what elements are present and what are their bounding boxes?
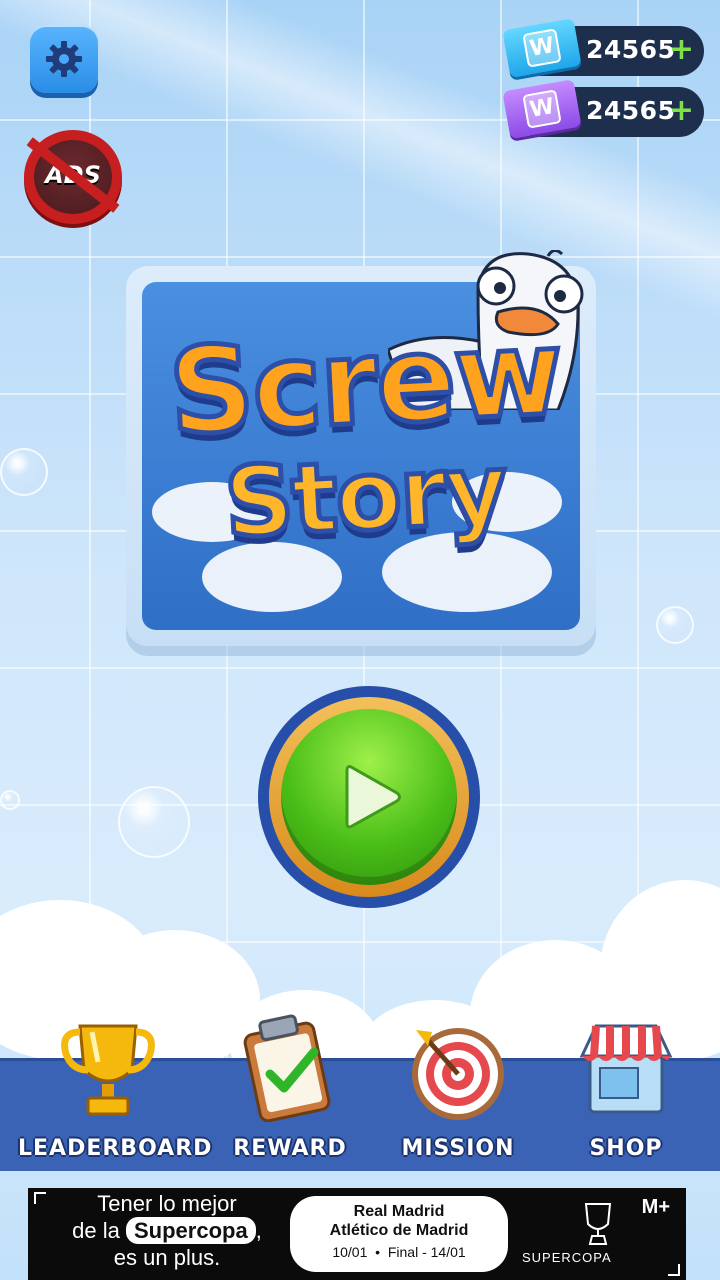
shop-icon xyxy=(579,1024,673,1114)
nav-leaderboard-button[interactable]: LEADERBOARD xyxy=(18,1012,213,1162)
target-dart-icon xyxy=(412,1028,504,1120)
nav-reward-label: REWARD xyxy=(233,1136,347,1161)
trophy-icon xyxy=(61,1024,155,1116)
game-title: Screw Story xyxy=(130,300,600,561)
nav-leaderboard-label: LEADERBOARD xyxy=(18,1136,213,1161)
add-purple-currency-button[interactable]: + xyxy=(669,93,694,128)
settings-button[interactable] xyxy=(30,25,98,93)
play-icon xyxy=(345,765,401,829)
ad-brand-block: SUPERCOPA M+ xyxy=(522,1196,670,1265)
play-button[interactable] xyxy=(258,686,480,908)
title-line-1: Screw xyxy=(163,300,567,463)
clipboard-check-icon xyxy=(243,1014,331,1122)
ad-match-card: Real Madrid Atlético de Madrid 10/01 • F… xyxy=(290,1196,508,1272)
bubble xyxy=(0,790,20,810)
nav-shop-label: SHOP xyxy=(589,1136,663,1161)
bubble xyxy=(118,786,190,858)
currency-blue: W 24565 + xyxy=(502,18,704,78)
currency-blue-value: 24565 xyxy=(586,35,676,64)
add-blue-currency-button[interactable]: + xyxy=(669,32,694,67)
currency-purple-value: 24565 xyxy=(586,96,676,125)
nav-mission-label: MISSION xyxy=(401,1136,515,1161)
remove-ads-button[interactable]: ADS xyxy=(24,130,122,224)
nav-reward-button[interactable]: REWARD xyxy=(200,1012,380,1162)
gear-icon xyxy=(46,41,82,77)
supercopa-trophy-icon xyxy=(584,1203,612,1245)
bubble xyxy=(0,448,48,496)
game-background: ADS W 24565 + W 24565 + S xyxy=(0,0,720,1280)
currency-purple: W 24565 + xyxy=(502,79,704,139)
nav-mission-button[interactable]: MISSION xyxy=(368,1012,548,1162)
bubble xyxy=(656,606,694,644)
ad-banner[interactable]: Tener lo mejor de la Supercopa, es un pl… xyxy=(28,1188,686,1280)
nav-shop-button[interactable]: SHOP xyxy=(536,1012,716,1162)
ad-slogan: Tener lo mejor de la Supercopa, es un pl… xyxy=(72,1191,262,1270)
